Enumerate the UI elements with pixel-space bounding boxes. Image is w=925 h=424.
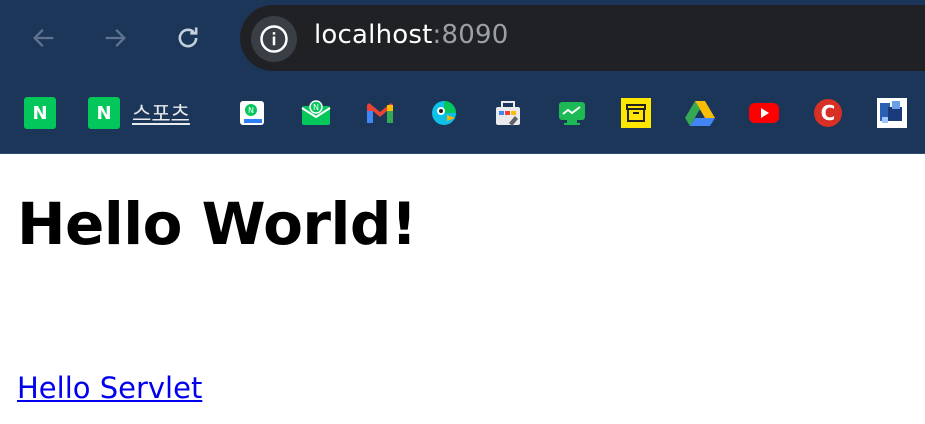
red-c-icon: C <box>812 97 844 129</box>
bookmark-pixel-logo[interactable] <box>876 96 908 130</box>
bookmark-red-c[interactable]: C <box>812 96 844 130</box>
back-icon <box>33 29 54 47</box>
bookmark-gmail[interactable] <box>364 96 396 130</box>
naver-mail-icon: N <box>300 97 332 129</box>
address-bar[interactable]: localhost:8090 <box>240 5 925 71</box>
svg-text:C: C <box>821 101 836 125</box>
site-info-button[interactable] <box>251 16 297 62</box>
naver-icon: N <box>88 97 120 129</box>
bookmark-naver[interactable]: N <box>24 96 56 130</box>
page-heading: Hello World! <box>17 190 417 258</box>
bookmark-naver-mail[interactable]: N <box>300 96 332 130</box>
hello-servlet-link[interactable]: Hello Servlet <box>17 371 202 405</box>
bookmark-webstore[interactable] <box>492 96 524 130</box>
reload-button[interactable] <box>168 18 208 58</box>
yellow-box-icon <box>620 97 652 129</box>
google-drive-icon <box>684 97 716 129</box>
forward-icon <box>105 29 126 47</box>
url-host: localhost <box>314 20 433 50</box>
youtube-icon <box>748 97 780 129</box>
forward-button[interactable] <box>95 18 135 58</box>
browser-toolbar: localhost:8090 N N 스포츠 N N C <box>0 0 925 154</box>
naver-map-icon: N <box>236 97 268 129</box>
svg-text:N: N <box>248 106 254 115</box>
naver-icon: N <box>24 97 56 129</box>
bookmark-naver-map[interactable]: N <box>236 96 268 130</box>
bookmark-google-drive[interactable] <box>684 96 716 130</box>
bookmark-sports[interactable]: N 스포츠 <box>88 96 190 130</box>
bookmark-label: 스포츠 <box>132 102 190 126</box>
bookmark-papago[interactable] <box>428 96 460 130</box>
back-button[interactable] <box>24 18 64 58</box>
green-screen-icon <box>556 97 588 129</box>
reload-icon <box>178 27 198 48</box>
url-port: :8090 <box>432 20 509 50</box>
pixel-logo-icon <box>876 97 908 129</box>
papago-icon <box>428 97 460 129</box>
bookmarks-bar: N N 스포츠 N N C <box>0 90 925 134</box>
info-icon <box>260 25 288 53</box>
bookmark-yellow-box[interactable] <box>620 96 652 130</box>
svg-text:N: N <box>313 103 319 112</box>
webstore-icon <box>492 97 524 129</box>
page-content: Hello World! <box>17 190 417 258</box>
bookmark-green-screen[interactable] <box>556 96 588 130</box>
bookmark-youtube[interactable] <box>748 96 780 130</box>
url-text[interactable]: localhost:8090 <box>314 20 508 50</box>
gmail-icon <box>364 97 396 129</box>
